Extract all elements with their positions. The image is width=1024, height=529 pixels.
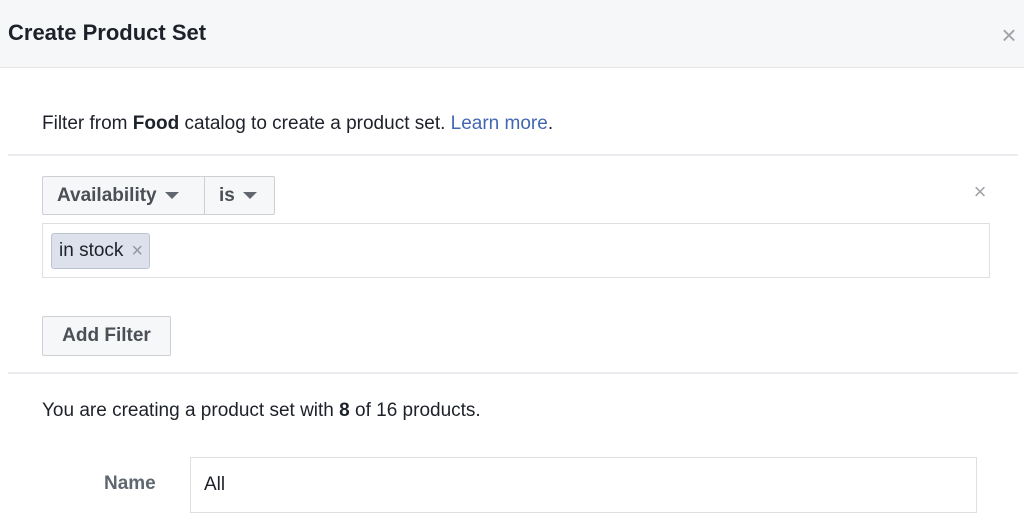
divider xyxy=(8,154,1018,156)
create-product-set-dialog: Create Product Set × Filter from Food ca… xyxy=(0,0,1024,529)
catalog-name: Food xyxy=(132,113,180,134)
name-label: Name xyxy=(104,473,156,494)
intro-suffix: catalog to create a product set. xyxy=(179,113,451,134)
token-label: in stock xyxy=(59,240,124,261)
close-icon[interactable]: × xyxy=(996,22,1022,48)
filter-value-token: in stock × xyxy=(51,233,151,269)
summary-suffix: products. xyxy=(397,400,481,421)
selected-count: 8 xyxy=(339,400,350,421)
dialog-header: Create Product Set × xyxy=(0,0,1024,68)
filter-value-input[interactable]: in stock × xyxy=(42,223,990,278)
filter-operator-dropdown[interactable]: is xyxy=(204,176,275,215)
total-count: 16 xyxy=(376,400,398,421)
product-count-summary: You are creating a product set with 8 of… xyxy=(42,400,481,422)
add-filter-button[interactable]: Add Filter xyxy=(42,316,171,356)
filter-operator-label: is xyxy=(219,184,235,206)
filter-field-dropdown[interactable]: Availability xyxy=(42,176,205,215)
intro-period: . xyxy=(547,113,554,134)
intro-prefix: Filter from xyxy=(42,113,133,134)
divider xyxy=(8,372,1018,374)
filter-field-label: Availability xyxy=(57,184,157,206)
chevron-down-icon xyxy=(242,192,257,199)
intro-text: Filter from Food catalog to create a pro… xyxy=(42,113,553,135)
summary-prefix: You are creating a product set with xyxy=(42,400,340,421)
remove-filter-icon[interactable]: × xyxy=(970,180,990,204)
chevron-down-icon xyxy=(164,192,179,199)
dialog-title: Create Product Set xyxy=(8,20,207,45)
remove-token-icon[interactable]: × xyxy=(131,240,143,263)
name-input[interactable] xyxy=(190,457,977,513)
learn-more-link[interactable]: Learn more xyxy=(451,113,548,134)
summary-middle: of xyxy=(349,400,377,421)
